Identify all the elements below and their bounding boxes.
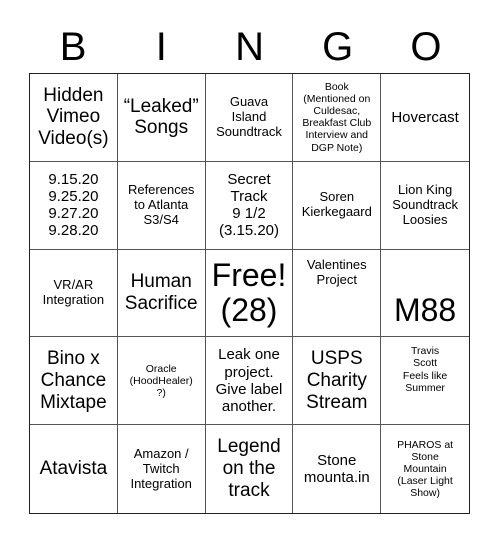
cell-text: 9.15.20 9.25.20 9.27.20 9.28.20 <box>48 170 99 240</box>
cell-text: Guava Island Soundtrack <box>216 93 282 139</box>
cell-text: Valentines Project <box>306 256 367 287</box>
cell-text: Bino x Chance Mixtape <box>40 348 107 413</box>
cell-text: PHAROS at Stone Mountain (Laser Light Sh… <box>397 438 454 500</box>
bingo-cell[interactable]: PHAROS at Stone Mountain (Laser Light Sh… <box>381 425 469 513</box>
cell-text: “Leaked” Songs <box>123 95 199 139</box>
header-letter-n: N <box>235 25 264 69</box>
bingo-cell[interactable]: Human Sacrifice <box>117 249 206 338</box>
bingo-cell[interactable]: Bino x Chance Mixtape <box>30 337 118 426</box>
cell-text: Leak one project. Give label another. <box>215 346 283 416</box>
bingo-cell[interactable]: Leak one project. Give label another. <box>205 337 294 426</box>
bingo-cell[interactable]: VR/AR Integration <box>30 249 118 338</box>
bingo-cell[interactable]: USPS Charity Stream <box>293 337 382 426</box>
cell-text: Hovercast <box>391 108 459 126</box>
cell-text: Book (Mentioned on Culdesac, Breakfast C… <box>302 81 372 154</box>
bingo-cell[interactable]: Lion King Soundtrack Loosies <box>381 162 469 250</box>
bingo-cell[interactable]: Secret Track 9 1/2 (3.15.20) <box>205 161 294 250</box>
cell-text: Secret Track 9 1/2 (3.15.20) <box>218 170 280 240</box>
cell-text: VR/AR Integration <box>42 277 105 307</box>
bingo-cell[interactable]: Travis Scott Feels like Summer <box>381 337 469 426</box>
cell-text: Stone mounta.in <box>303 451 370 487</box>
free-space-cell[interactable]: Free! (28) <box>205 249 294 338</box>
bingo-cell[interactable]: Oracle (HoodHealer) ?) <box>117 337 206 426</box>
bingo-cell[interactable]: Guava Island Soundtrack <box>205 74 294 162</box>
cell-text: M88 <box>393 292 457 329</box>
bingo-cell[interactable]: “Leaked” Songs <box>117 74 206 162</box>
bingo-header: B I N G O <box>29 22 470 72</box>
bingo-cell[interactable]: M88 <box>381 250 469 338</box>
bingo-cell[interactable]: Valentines Project <box>293 249 382 338</box>
bingo-cell[interactable]: Soren Kierkegaard <box>293 161 382 250</box>
bingo-cell[interactable]: Stone mounta.in <box>293 425 382 513</box>
bingo-cell[interactable]: References to Atlanta S3/S4 <box>117 161 206 250</box>
bingo-cell[interactable]: Atavista <box>30 425 118 513</box>
cell-text: Atavista <box>39 458 108 480</box>
cell-text: USPS Charity Stream <box>306 348 368 413</box>
bingo-cell[interactable]: 9.15.20 9.25.20 9.27.20 9.28.20 <box>30 161 118 250</box>
header-letter-o: O <box>410 25 442 69</box>
cell-text: Legend on the track <box>217 436 281 502</box>
cell-text: Hidden Vimeo Video(s) <box>38 84 109 150</box>
cell-text: Amazon / Twitch Integration <box>130 445 192 491</box>
cell-text: Soren Kierkegaard <box>301 189 372 220</box>
bingo-cell[interactable]: Amazon / Twitch Integration <box>118 425 206 513</box>
cell-text: References to Atlanta S3/S4 <box>127 181 195 227</box>
cell-text: Human Sacrifice <box>124 271 198 314</box>
cell-text: Lion King Soundtrack Loosies <box>392 181 458 227</box>
header-letter-i: I <box>155 25 167 69</box>
header-letter-g: G <box>322 25 354 69</box>
bingo-cell[interactable]: Book (Mentioned on Culdesac, Breakfast C… <box>293 74 382 162</box>
bingo-cell[interactable]: Hidden Vimeo Video(s) <box>30 74 118 162</box>
cell-text: Travis Scott Feels like Summer <box>402 345 448 394</box>
header-letter-b: B <box>59 25 87 69</box>
cell-text: Free! (28) <box>211 256 287 328</box>
cell-text: Oracle (HoodHealer) ?) <box>129 362 193 399</box>
bingo-grid: Hidden Vimeo Video(s) “Leaked” Songs Gua… <box>29 73 470 514</box>
bingo-cell[interactable]: Hovercast <box>381 74 469 162</box>
bingo-cell[interactable]: Legend on the track <box>206 425 294 513</box>
